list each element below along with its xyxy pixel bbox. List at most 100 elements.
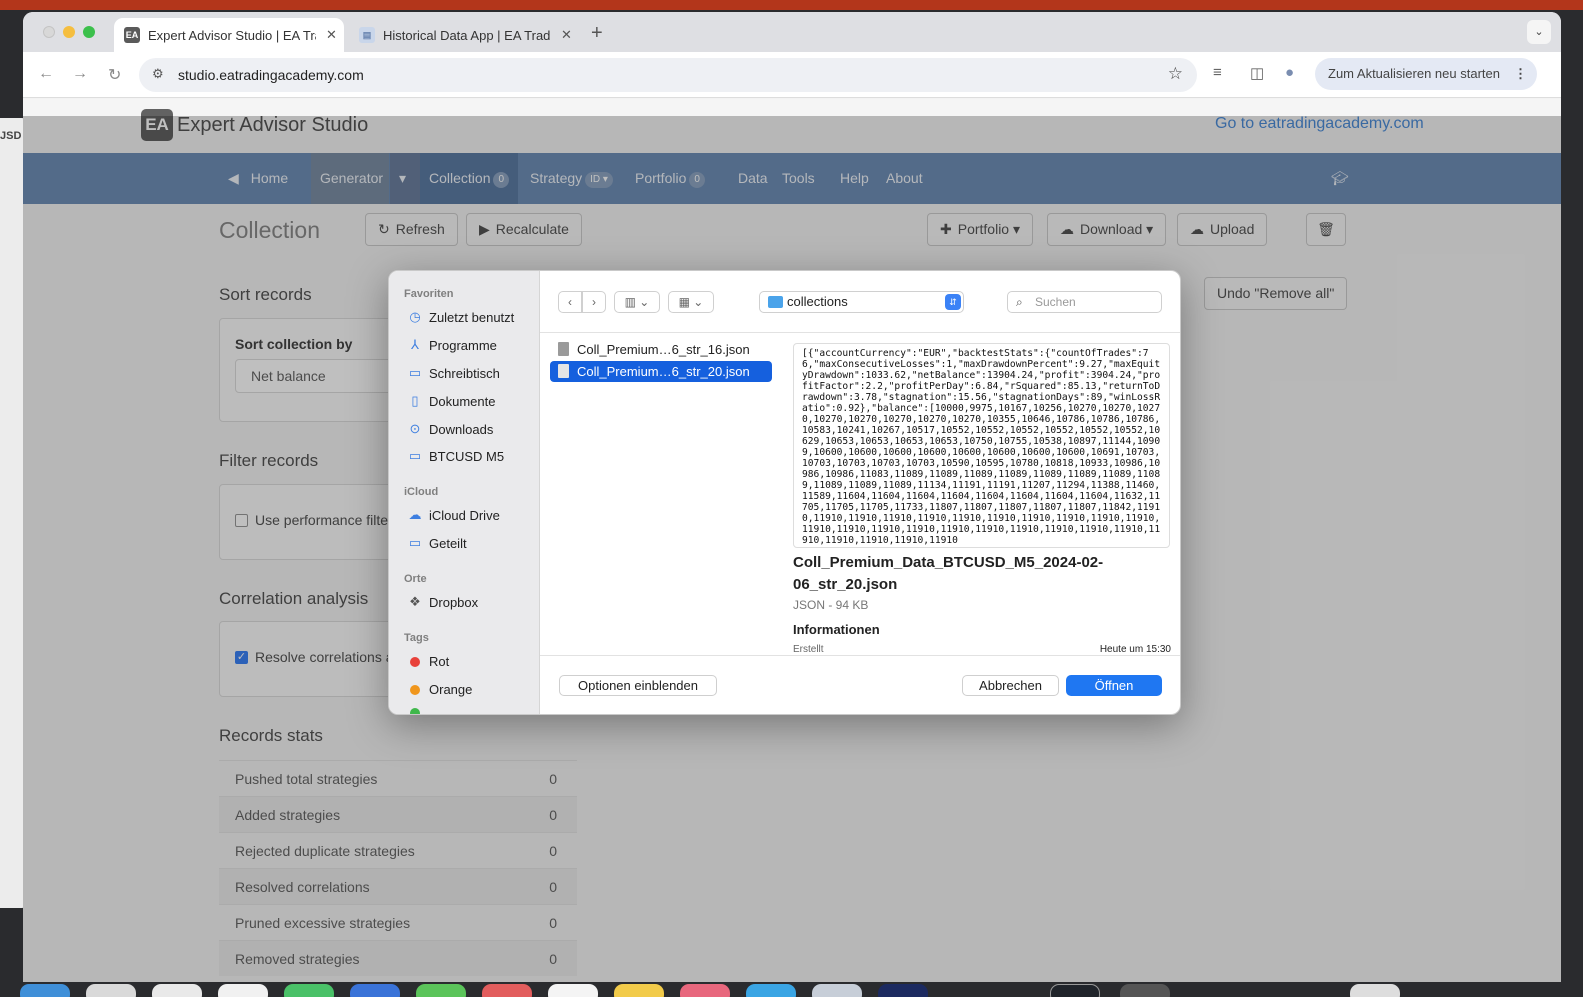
dock-app-icon[interactable] bbox=[1120, 984, 1170, 997]
sidebar-tag-green[interactable] bbox=[407, 708, 429, 714]
folder-name: collections bbox=[787, 294, 848, 309]
background-window-text: JSD bbox=[0, 130, 22, 142]
update-restart-button[interactable]: Zum Aktualisieren neu starten ⋮ bbox=[1315, 58, 1537, 90]
dock-app-icon[interactable] bbox=[746, 984, 796, 997]
sidebar-item-icloud-drive[interactable]: ☁ iCloud Drive bbox=[407, 507, 500, 523]
address-bar[interactable]: ⚙ studio.eatradingacademy.com ☆ bbox=[139, 58, 1197, 92]
sidebar-item-shared[interactable]: ▭ Geteilt bbox=[407, 535, 467, 551]
dock-app-icon[interactable] bbox=[680, 984, 730, 997]
show-options-button[interactable]: Optionen einblenden bbox=[559, 675, 717, 696]
dock-app-icon[interactable] bbox=[614, 984, 664, 997]
desktop-top-strip bbox=[0, 0, 1583, 10]
side-panel-icon[interactable]: ◫ bbox=[1250, 64, 1264, 82]
close-window-button[interactable] bbox=[43, 26, 55, 38]
forward-chevron-icon[interactable]: › bbox=[582, 291, 606, 313]
dock-app-icon[interactable] bbox=[152, 984, 202, 997]
orange-tag-dot bbox=[410, 684, 420, 695]
dock-app-icon[interactable] bbox=[284, 984, 334, 997]
reload-icon[interactable]: ↻ bbox=[108, 65, 121, 85]
search-placeholder: Suchen bbox=[1035, 295, 1076, 309]
search-icon: ⌕ bbox=[1016, 295, 1023, 309]
sidebar-tag-red[interactable]: Rot bbox=[407, 654, 449, 669]
cloud-icon: ☁ bbox=[408, 507, 422, 522]
file-open-dialog: Favoriten ◷ Zuletzt benutzt ⅄ Programme ▭ S… bbox=[388, 270, 1181, 715]
preview-file-meta: JSON - 94 KB bbox=[793, 598, 869, 612]
document-favicon-icon: ▤ bbox=[359, 27, 375, 43]
sidebar-item-label: Geteilt bbox=[429, 535, 467, 551]
bookmark-star-icon[interactable]: ☆ bbox=[1168, 64, 1183, 84]
json-preview-text: [{"accountCurrency":"EUR","backtestStats… bbox=[793, 343, 1170, 548]
json-file-icon bbox=[558, 342, 569, 356]
file-name: Coll_Premium…6_str_20.json bbox=[577, 364, 750, 379]
profile-icon[interactable]: ● bbox=[1285, 64, 1294, 81]
dock-app-icon[interactable] bbox=[482, 984, 532, 997]
minimize-window-button[interactable] bbox=[63, 26, 75, 38]
close-tab-icon[interactable]: ✕ bbox=[326, 27, 337, 43]
created-value: Heute um 15:30 bbox=[1099, 644, 1171, 655]
tags-heading: Tags bbox=[404, 632, 429, 644]
dock-trash-icon[interactable] bbox=[1350, 984, 1400, 997]
cancel-button[interactable]: Abbrechen bbox=[962, 675, 1059, 696]
tab-expert-advisor-studio[interactable]: EA Expert Advisor Studio | EA Trading Ac… bbox=[114, 18, 344, 52]
dock-app-icon[interactable] bbox=[218, 984, 268, 997]
dock-app-icon[interactable] bbox=[416, 984, 466, 997]
back-arrow-icon[interactable]: ← bbox=[38, 65, 54, 83]
dock-app-icon[interactable] bbox=[1050, 984, 1100, 997]
grid-group-icon[interactable]: ▦ ⌄ bbox=[668, 291, 714, 313]
dock-app-icon[interactable] bbox=[548, 984, 598, 997]
sidebar-tag-orange[interactable]: Orange bbox=[407, 682, 472, 697]
back-chevron-icon[interactable]: ‹ bbox=[558, 291, 582, 313]
close-tab-icon[interactable]: ✕ bbox=[561, 27, 572, 43]
new-tab-icon[interactable]: + bbox=[591, 22, 603, 45]
sidebar-item-applications[interactable]: ⅄ Programme bbox=[407, 337, 497, 353]
clock-icon: ◷ bbox=[409, 309, 421, 324]
file-preview: [{"accountCurrency":"EUR","backtestStats… bbox=[780, 333, 1180, 655]
site-settings-icon[interactable]: ⚙ bbox=[152, 66, 164, 82]
folder-icon: ▭ bbox=[408, 448, 422, 463]
sidebar-item-btcusd-m5[interactable]: ▭ BTCUSD M5 bbox=[407, 448, 504, 464]
sidebar-item-dropbox[interactable]: ❖ Dropbox bbox=[407, 594, 478, 610]
desktop-icon: ▭ bbox=[408, 365, 422, 380]
sidebar-item-label: Zuletzt benutzt bbox=[429, 309, 515, 325]
sidebar-item-label: iCloud Drive bbox=[429, 507, 500, 523]
menu-dots-icon[interactable]: ⋮ bbox=[1514, 58, 1527, 90]
dock-app-icon[interactable] bbox=[86, 984, 136, 997]
sidebar-item-downloads[interactable]: ⊙ Downloads bbox=[407, 421, 494, 437]
dialog-sidebar: Favoriten ◷ Zuletzt benutzt ⅄ Programme ▭ S… bbox=[389, 271, 540, 714]
zoom-window-button[interactable] bbox=[83, 26, 95, 38]
created-label: Erstellt bbox=[793, 644, 824, 655]
tab-bar: EA Expert Advisor Studio | EA Trading Ac… bbox=[23, 12, 1561, 52]
ea-favicon-icon: EA bbox=[124, 27, 140, 43]
open-button[interactable]: Öffnen bbox=[1066, 675, 1162, 696]
sidebar-item-desktop[interactable]: ▭ Schreibtisch bbox=[407, 365, 500, 381]
dialog-toolbar: ‹ › ▥ ⌄ ▦ ⌄ collections ⇵ ⌕ Suchen bbox=[540, 271, 1180, 333]
folder-location-popup[interactable]: collections ⇵ bbox=[759, 291, 964, 313]
sidebar-item-label: Downloads bbox=[429, 421, 494, 437]
green-tag-dot bbox=[410, 708, 420, 714]
preview-file-name: Coll_Premium_Data_BTCUSD_M5_2024-02-06_s… bbox=[793, 554, 1104, 593]
dock-finder-icon[interactable] bbox=[20, 984, 70, 997]
browser-toolbar: ← → ↻ ⚙ studio.eatradingacademy.com ☆ ≡ … bbox=[23, 52, 1561, 98]
url-text[interactable]: studio.eatradingacademy.com bbox=[178, 67, 364, 83]
tab-search-chevron-icon[interactable]: ⌄ bbox=[1527, 20, 1551, 44]
tab-historical-data-app[interactable]: ▤ Historical Data App | EA Trading Acade… bbox=[349, 18, 579, 52]
icloud-heading: iCloud bbox=[404, 486, 439, 498]
forward-arrow-icon[interactable]: → bbox=[72, 65, 88, 83]
dialog-search-input[interactable]: ⌕ Suchen bbox=[1007, 291, 1162, 313]
sidebar-item-label: Dokumente bbox=[429, 393, 496, 409]
preview-info-heading: Informationen bbox=[793, 622, 880, 637]
dock-app-icon[interactable] bbox=[878, 984, 928, 997]
dropbox-icon: ❖ bbox=[409, 594, 421, 609]
sidebar-item-recents[interactable]: ◷ Zuletzt benutzt bbox=[407, 309, 514, 325]
sidebar-item-documents[interactable]: ▯ Dokumente bbox=[407, 393, 495, 409]
sidebar-item-label: Schreibtisch bbox=[429, 365, 500, 381]
dock-app-icon[interactable] bbox=[350, 984, 400, 997]
sidebar-item-label: Dropbox bbox=[429, 594, 479, 610]
dock-app-icon[interactable] bbox=[812, 984, 862, 997]
preview-created-row: Erstellt Heute um 15:30 bbox=[793, 644, 1171, 655]
reading-list-icon[interactable]: ≡ bbox=[1213, 64, 1222, 81]
file-item[interactable]: Coll_Premium…6_str_16.json bbox=[550, 339, 772, 360]
column-view-icon[interactable]: ▥ ⌄ bbox=[614, 291, 660, 313]
file-item-selected[interactable]: Coll_Premium…6_str_20.json bbox=[550, 361, 772, 382]
download-circle-icon: ⊙ bbox=[409, 421, 421, 436]
